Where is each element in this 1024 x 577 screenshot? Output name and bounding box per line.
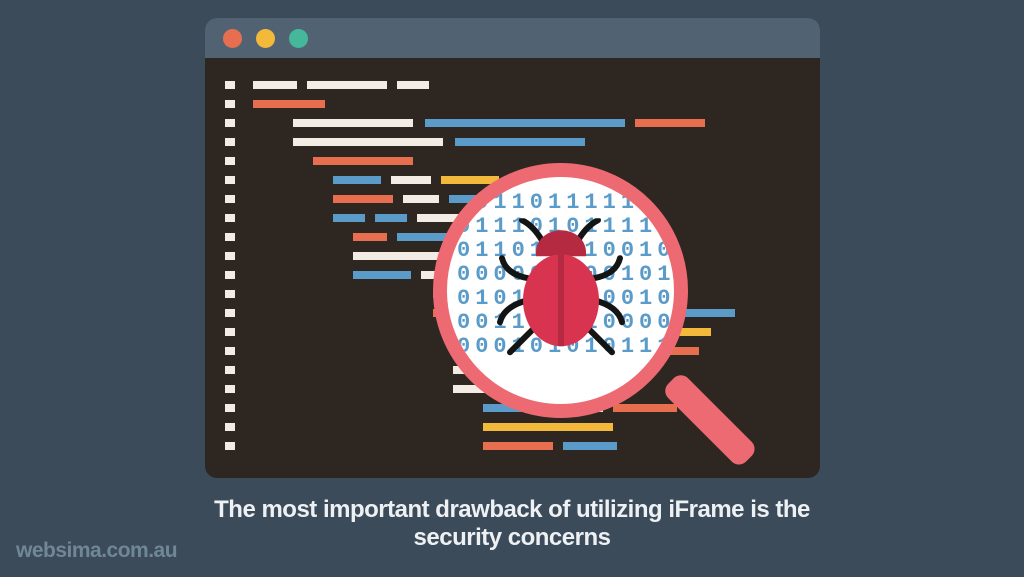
code-token xyxy=(353,233,387,241)
line-gutter xyxy=(225,195,235,203)
minimize-icon xyxy=(256,29,275,48)
code-token xyxy=(333,176,381,184)
code-line xyxy=(225,380,800,397)
line-gutter xyxy=(225,385,235,393)
code-token xyxy=(353,252,533,260)
line-gutter xyxy=(225,290,235,298)
code-token xyxy=(543,385,603,393)
line-gutter xyxy=(225,157,235,165)
code-token xyxy=(449,195,579,203)
code-editor-window xyxy=(205,18,820,478)
code-line xyxy=(225,437,800,454)
code-token xyxy=(573,347,621,355)
code-token xyxy=(293,119,413,127)
code-token xyxy=(397,81,429,89)
code-token xyxy=(333,214,365,222)
code-token xyxy=(499,347,563,355)
line-gutter xyxy=(225,347,235,355)
code-token xyxy=(307,81,387,89)
code-token xyxy=(353,271,411,279)
code-token xyxy=(545,252,613,260)
code-token xyxy=(483,423,613,431)
line-gutter xyxy=(225,176,235,184)
code-token xyxy=(635,119,705,127)
code-token xyxy=(507,290,637,298)
code-token xyxy=(391,176,431,184)
line-gutter xyxy=(225,423,235,431)
code-line xyxy=(225,342,800,359)
code-line xyxy=(225,285,800,302)
code-token xyxy=(453,366,529,374)
code-token xyxy=(483,404,535,412)
line-gutter xyxy=(225,271,235,279)
code-token xyxy=(453,328,503,336)
code-token xyxy=(375,214,407,222)
code-token xyxy=(631,347,699,355)
watermark: websima.com.au xyxy=(16,539,177,563)
code-token xyxy=(397,233,459,241)
code-token xyxy=(425,119,625,127)
line-gutter xyxy=(225,138,235,146)
code-token xyxy=(473,214,563,222)
code-token xyxy=(313,157,413,165)
code-token xyxy=(683,309,735,317)
code-token xyxy=(293,138,443,146)
code-token xyxy=(687,404,701,412)
code-line xyxy=(225,152,800,169)
line-gutter xyxy=(225,119,235,127)
code-token xyxy=(253,100,325,108)
code-token xyxy=(563,442,617,450)
line-gutter xyxy=(225,366,235,374)
code-token xyxy=(417,214,463,222)
code-line xyxy=(225,266,800,283)
code-token xyxy=(469,233,559,241)
code-line xyxy=(225,114,800,131)
line-gutter xyxy=(225,214,235,222)
line-gutter xyxy=(225,442,235,450)
code-area xyxy=(205,58,820,474)
window-titlebar xyxy=(205,18,820,58)
code-token xyxy=(613,385,629,393)
code-line xyxy=(225,228,800,245)
code-token xyxy=(613,404,677,412)
line-gutter xyxy=(225,81,235,89)
code-token xyxy=(453,347,489,355)
code-token xyxy=(253,81,297,89)
line-gutter xyxy=(225,328,235,336)
code-line xyxy=(225,209,800,226)
maximize-icon xyxy=(289,29,308,48)
code-token xyxy=(545,404,603,412)
code-token xyxy=(455,138,585,146)
code-token xyxy=(453,385,533,393)
code-token xyxy=(441,176,499,184)
line-gutter xyxy=(225,404,235,412)
code-token xyxy=(433,290,497,298)
code-line xyxy=(225,95,800,112)
code-token xyxy=(513,328,647,336)
code-line xyxy=(225,323,800,340)
line-gutter xyxy=(225,233,235,241)
caption-line-1: The most important drawback of utilizing… xyxy=(214,496,810,523)
code-line xyxy=(225,304,800,321)
code-line xyxy=(225,399,800,416)
line-gutter xyxy=(225,309,235,317)
line-gutter xyxy=(225,252,235,260)
code-line xyxy=(225,247,800,264)
code-token xyxy=(333,195,393,203)
caption-line-2: security concerns xyxy=(414,524,611,551)
code-token xyxy=(483,442,553,450)
code-token xyxy=(659,328,711,336)
code-line xyxy=(225,171,800,188)
code-line xyxy=(225,76,800,93)
code-line xyxy=(225,133,800,150)
code-token xyxy=(625,309,673,317)
code-token xyxy=(403,195,439,203)
code-line xyxy=(225,190,800,207)
code-token xyxy=(433,309,613,317)
close-icon xyxy=(223,29,242,48)
code-line xyxy=(225,361,800,378)
code-line xyxy=(225,418,800,435)
code-token xyxy=(421,271,469,279)
line-gutter xyxy=(225,100,235,108)
